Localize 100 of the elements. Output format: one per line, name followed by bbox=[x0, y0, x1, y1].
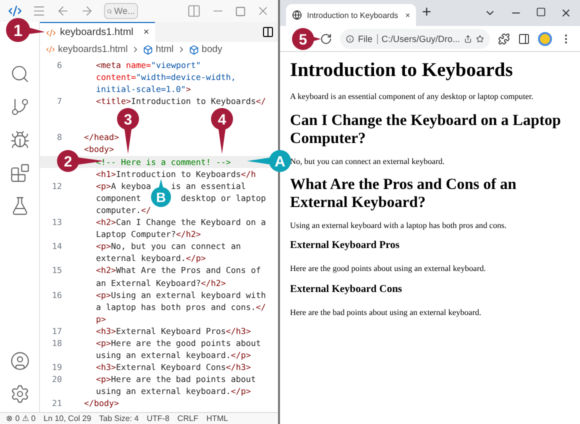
search-field[interactable]: We... bbox=[104, 3, 138, 19]
code-token: an External Keyboard? bbox=[96, 278, 201, 288]
code-token: <h2> bbox=[96, 265, 116, 276]
code-token: <p> bbox=[96, 338, 111, 348]
tab-close[interactable]: × bbox=[405, 10, 410, 20]
code-token: <p> bbox=[96, 374, 111, 384]
code-token: </ bbox=[256, 96, 266, 106]
code-token: </ bbox=[140, 204, 151, 215]
breadcrumb-item[interactable]: html bbox=[156, 44, 174, 55]
code-token: <h1> bbox=[96, 168, 116, 179]
breadcrumb-item[interactable]: keyboards1.html bbox=[58, 44, 128, 55]
line-number: 8 bbox=[56, 131, 63, 144]
code-token: <title> bbox=[96, 96, 131, 106]
status-item[interactable]: UTF-8 bbox=[146, 414, 170, 423]
account-icon[interactable] bbox=[10, 351, 30, 371]
status-item[interactable]: HTML bbox=[206, 414, 228, 423]
code-token: </p> bbox=[230, 350, 251, 360]
code-token: external keyboard. bbox=[96, 253, 186, 264]
code-token: <h3> bbox=[96, 362, 116, 372]
code-token: name= bbox=[126, 60, 151, 70]
status-item[interactable]: CRLF bbox=[177, 414, 198, 423]
code-token: External Keyboard Pros bbox=[116, 326, 226, 336]
code-file-icon bbox=[46, 45, 55, 54]
code-token: </h3> bbox=[226, 362, 251, 372]
side-panel-icon[interactable] bbox=[518, 32, 530, 44]
settings-icon[interactable] bbox=[10, 384, 30, 404]
line-number: 21 bbox=[51, 397, 63, 410]
heading: Can I Change the Keyboard on a Laptop Computer? bbox=[290, 112, 562, 148]
share-icon[interactable] bbox=[464, 34, 472, 44]
code-token: A keyboa bbox=[111, 180, 151, 191]
code-token: component bbox=[96, 192, 141, 203]
code-token: <h3> bbox=[96, 326, 116, 336]
paragraph: No, but you can connect an external keyboard. bbox=[290, 156, 446, 166]
paragraph: Here are the good points about using an external keyboard. bbox=[290, 264, 487, 274]
code-token: </h3> bbox=[226, 326, 251, 336]
heading: What Are the Pros and Cons of an External Keyboard? bbox=[290, 176, 518, 212]
reload-icon[interactable] bbox=[320, 32, 332, 44]
profile-icon[interactable] bbox=[538, 32, 552, 46]
code-token: No, but you can connect an bbox=[111, 241, 241, 252]
code-token: <h2> bbox=[96, 217, 116, 228]
code-token: <p> bbox=[96, 180, 111, 191]
code-token: content= bbox=[96, 72, 136, 82]
code-token: Introduction to Keyboards bbox=[130, 96, 256, 106]
heading: Introduction to Keyboards bbox=[290, 60, 514, 82]
globe-icon bbox=[292, 10, 302, 20]
menu-icon[interactable] bbox=[32, 4, 46, 18]
code-token: </body> bbox=[84, 398, 119, 408]
paragraph: A keyboard is an essential component of any desktop or laptop computer. bbox=[290, 92, 534, 102]
line-number: 18 bbox=[51, 336, 63, 350]
search-icon bbox=[107, 6, 112, 16]
layout-icon[interactable] bbox=[187, 4, 201, 18]
extensions-icon[interactable] bbox=[498, 32, 510, 44]
close-icon[interactable] bbox=[560, 7, 572, 19]
line-number: 20 bbox=[51, 373, 63, 386]
split-icon[interactable] bbox=[262, 26, 274, 38]
code-token: > bbox=[186, 84, 191, 94]
maximize-icon[interactable] bbox=[536, 7, 546, 17]
code-token: p> bbox=[96, 314, 106, 324]
status-item[interactable]: Ln 10, Col 29 bbox=[44, 414, 92, 423]
status-item[interactable]: Tab Size: 4 bbox=[99, 414, 139, 423]
code-token: a laptop has both pros and cons. bbox=[96, 302, 256, 312]
line-number: 17 bbox=[51, 324, 63, 337]
address-bar[interactable]: File C:/Users/Guy/Dro... bbox=[340, 28, 490, 48]
browser-tab[interactable]: Introduction to Keyboards × bbox=[286, 4, 416, 26]
search-icon[interactable] bbox=[10, 64, 30, 84]
paragraph: Using an external keyboard with a laptop has both pros and cons. bbox=[290, 220, 508, 230]
code-token: <p> bbox=[96, 241, 111, 252]
code-token: </h2> bbox=[176, 229, 201, 240]
tab-close[interactable]: × bbox=[143, 27, 150, 38]
bug-icon[interactable] bbox=[10, 130, 30, 150]
code-token: </p> bbox=[186, 253, 206, 264]
back-icon[interactable] bbox=[56, 4, 70, 18]
code-token: Here are the good points about bbox=[111, 338, 261, 348]
line-number: 15 bbox=[51, 264, 63, 276]
code-token: <body> bbox=[84, 144, 114, 154]
star-icon[interactable] bbox=[476, 34, 484, 44]
code-token: computer. bbox=[96, 204, 141, 215]
heading: External Keyboard Cons bbox=[290, 284, 404, 296]
code-token: </p> bbox=[230, 386, 251, 396]
code-token: is an essential bbox=[170, 180, 246, 191]
code-token: What Are the Pros and Cons of bbox=[116, 265, 261, 276]
code-token: External Keyboard Cons bbox=[116, 362, 226, 372]
code-token: </h2> bbox=[200, 278, 226, 288]
branch-icon[interactable] bbox=[10, 97, 30, 117]
new-tab-button[interactable]: + bbox=[422, 4, 432, 22]
forward-icon[interactable] bbox=[80, 4, 94, 18]
line-number: 12 bbox=[51, 180, 63, 192]
paragraph: Here are the bad points about using an external keyboard. bbox=[290, 308, 482, 318]
breadcrumb-item[interactable]: body bbox=[202, 44, 222, 55]
code-token: <meta bbox=[96, 60, 122, 70]
code-file-icon bbox=[46, 28, 56, 38]
code-token: Using an external keyboard with bbox=[111, 290, 266, 300]
extensions-icon[interactable] bbox=[10, 163, 30, 183]
code-token: using an external keyboard. bbox=[96, 386, 231, 396]
code-token: "width=device-width, bbox=[136, 72, 236, 82]
info-icon[interactable] bbox=[346, 34, 354, 44]
file-tab[interactable]: keyboards1.html × bbox=[40, 22, 156, 42]
line-number: 19 bbox=[51, 361, 63, 374]
code-token: Can I Change the Keyboard on a bbox=[116, 217, 266, 228]
status-item[interactable]: ⊗ 0 ⚠ 0 bbox=[6, 414, 36, 423]
